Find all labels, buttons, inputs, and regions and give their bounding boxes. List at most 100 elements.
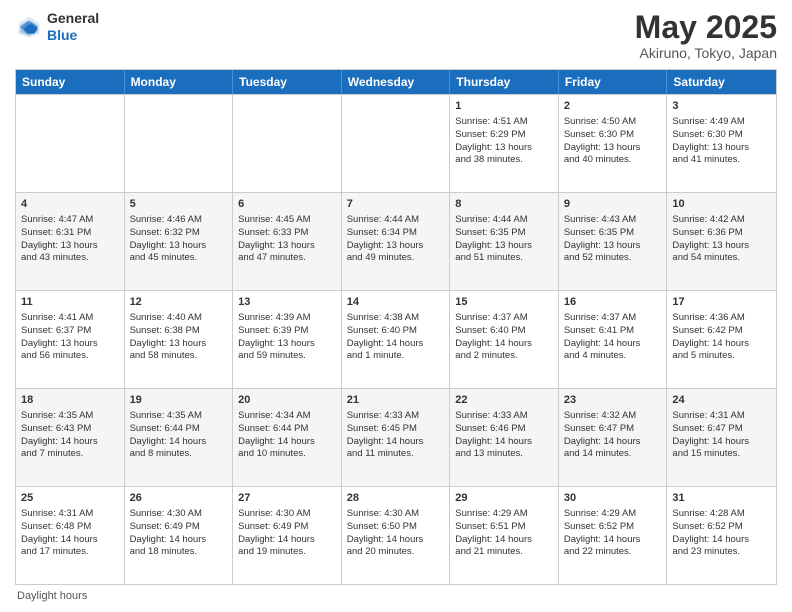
day-info: and 54 minutes. (672, 252, 771, 265)
day-info: Sunset: 6:51 PM (455, 521, 553, 534)
calendar-row: 18Sunrise: 4:35 AMSunset: 6:43 PMDayligh… (16, 388, 776, 486)
day-number: 31 (672, 491, 771, 506)
day-number: 24 (672, 393, 771, 408)
day-number: 15 (455, 295, 553, 310)
day-info: Daylight: 13 hours (130, 240, 228, 253)
day-info: Sunrise: 4:35 AM (21, 410, 119, 423)
day-info: and 40 minutes. (564, 154, 662, 167)
day-info: Sunset: 6:44 PM (238, 423, 336, 436)
day-info: and 19 minutes. (238, 546, 336, 559)
calendar-cell: 31Sunrise: 4:28 AMSunset: 6:52 PMDayligh… (667, 487, 776, 584)
day-number: 11 (21, 295, 119, 310)
day-info: Sunrise: 4:29 AM (455, 508, 553, 521)
day-number: 7 (347, 197, 445, 212)
day-info: Sunrise: 4:41 AM (21, 312, 119, 325)
day-info: and 4 minutes. (564, 350, 662, 363)
weekday-header: Thursday (450, 70, 559, 94)
day-info: Daylight: 14 hours (672, 436, 771, 449)
calendar-row: 1Sunrise: 4:51 AMSunset: 6:29 PMDaylight… (16, 94, 776, 192)
day-info: Sunset: 6:40 PM (347, 325, 445, 338)
day-info: Sunset: 6:49 PM (238, 521, 336, 534)
day-info: and 43 minutes. (21, 252, 119, 265)
calendar-cell: 25Sunrise: 4:31 AMSunset: 6:48 PMDayligh… (16, 487, 125, 584)
day-info: Sunrise: 4:42 AM (672, 214, 771, 227)
day-info: and 15 minutes. (672, 448, 771, 461)
day-info: Sunrise: 4:38 AM (347, 312, 445, 325)
day-number: 16 (564, 295, 662, 310)
day-info: and 18 minutes. (130, 546, 228, 559)
day-info: Sunrise: 4:45 AM (238, 214, 336, 227)
day-info: Sunset: 6:38 PM (130, 325, 228, 338)
day-info: and 38 minutes. (455, 154, 553, 167)
day-info: Sunrise: 4:51 AM (455, 116, 553, 129)
calendar-cell: 9Sunrise: 4:43 AMSunset: 6:35 PMDaylight… (559, 193, 668, 290)
day-number: 27 (238, 491, 336, 506)
day-info: Sunrise: 4:34 AM (238, 410, 336, 423)
day-info: Daylight: 13 hours (130, 338, 228, 351)
weekday-header: Friday (559, 70, 668, 94)
day-info: Daylight: 14 hours (347, 534, 445, 547)
calendar-cell: 29Sunrise: 4:29 AMSunset: 6:51 PMDayligh… (450, 487, 559, 584)
calendar-cell: 17Sunrise: 4:36 AMSunset: 6:42 PMDayligh… (667, 291, 776, 388)
day-info: Sunrise: 4:31 AM (672, 410, 771, 423)
day-info: Sunrise: 4:49 AM (672, 116, 771, 129)
day-info: and 47 minutes. (238, 252, 336, 265)
day-info: and 41 minutes. (672, 154, 771, 167)
day-info: Sunrise: 4:37 AM (455, 312, 553, 325)
day-number: 6 (238, 197, 336, 212)
day-number: 12 (130, 295, 228, 310)
day-info: Daylight: 13 hours (672, 142, 771, 155)
calendar-cell: 7Sunrise: 4:44 AMSunset: 6:34 PMDaylight… (342, 193, 451, 290)
day-info: Daylight: 14 hours (21, 534, 119, 547)
day-info: Daylight: 14 hours (672, 534, 771, 547)
logo-text: General Blue (47, 10, 99, 44)
day-info: Sunrise: 4:30 AM (347, 508, 445, 521)
calendar-cell: 8 Sunrise: 4:44 AMSunset: 6:35 PMDaylight… (450, 193, 559, 290)
calendar-cell: 22Sunrise: 4:33 AMSunset: 6:46 PMDayligh… (450, 389, 559, 486)
day-info: and 20 minutes. (347, 546, 445, 559)
day-info: Daylight: 13 hours (455, 240, 553, 253)
day-info: Sunrise: 4:44 AM (455, 214, 553, 227)
logo: General Blue (15, 10, 99, 44)
day-info: and 11 minutes. (347, 448, 445, 461)
day-info: Sunset: 6:33 PM (238, 227, 336, 240)
calendar-cell (16, 95, 125, 192)
day-info: Sunset: 6:34 PM (347, 227, 445, 240)
day-info: Sunset: 6:49 PM (130, 521, 228, 534)
calendar-cell: 19Sunrise: 4:35 AMSunset: 6:44 PMDayligh… (125, 389, 234, 486)
calendar-cell: 12 Sunrise: 4:40 AMSunset: 6:38 PMDayligh… (125, 291, 234, 388)
day-info: Sunset: 6:52 PM (672, 521, 771, 534)
day-info: Sunset: 6:52 PM (564, 521, 662, 534)
day-info: Sunrise: 4:31 AM (21, 508, 119, 521)
day-info: Daylight: 14 hours (564, 534, 662, 547)
weekday-header: Monday (125, 70, 234, 94)
day-info: Daylight: 14 hours (130, 436, 228, 449)
day-info: Daylight: 14 hours (347, 338, 445, 351)
day-info: Sunrise: 4:29 AM (564, 508, 662, 521)
logo-icon (15, 13, 43, 41)
calendar-cell: 16Sunrise: 4:37 AMSunset: 6:41 PMDayligh… (559, 291, 668, 388)
day-info: and 10 minutes. (238, 448, 336, 461)
calendar-cell: 26Sunrise: 4:30 AMSunset: 6:49 PMDayligh… (125, 487, 234, 584)
day-number: 17 (672, 295, 771, 310)
calendar-cell: 20Sunrise: 4:34 AMSunset: 6:44 PMDayligh… (233, 389, 342, 486)
day-info: Sunset: 6:40 PM (455, 325, 553, 338)
calendar-cell: 23Sunrise: 4:32 AMSunset: 6:47 PMDayligh… (559, 389, 668, 486)
day-info: Sunrise: 4:40 AM (130, 312, 228, 325)
day-number: 20 (238, 393, 336, 408)
calendar-cell (342, 95, 451, 192)
calendar: SundayMondayTuesdayWednesdayThursdayFrid… (15, 69, 777, 585)
day-info: Sunset: 6:30 PM (672, 129, 771, 142)
day-info: and 21 minutes. (455, 546, 553, 559)
day-info: Sunset: 6:35 PM (455, 227, 553, 240)
day-info: Daylight: 14 hours (564, 338, 662, 351)
day-info: and 22 minutes. (564, 546, 662, 559)
day-info: and 23 minutes. (672, 546, 771, 559)
day-info: Sunrise: 4:39 AM (238, 312, 336, 325)
calendar-cell: 6Sunrise: 4:45 AMSunset: 6:33 PMDaylight… (233, 193, 342, 290)
day-info: Sunset: 6:41 PM (564, 325, 662, 338)
day-number: 19 (130, 393, 228, 408)
day-number: 8 (455, 197, 553, 212)
location: Akiruno, Tokyo, Japan (635, 45, 777, 61)
day-info: Sunset: 6:43 PM (21, 423, 119, 436)
